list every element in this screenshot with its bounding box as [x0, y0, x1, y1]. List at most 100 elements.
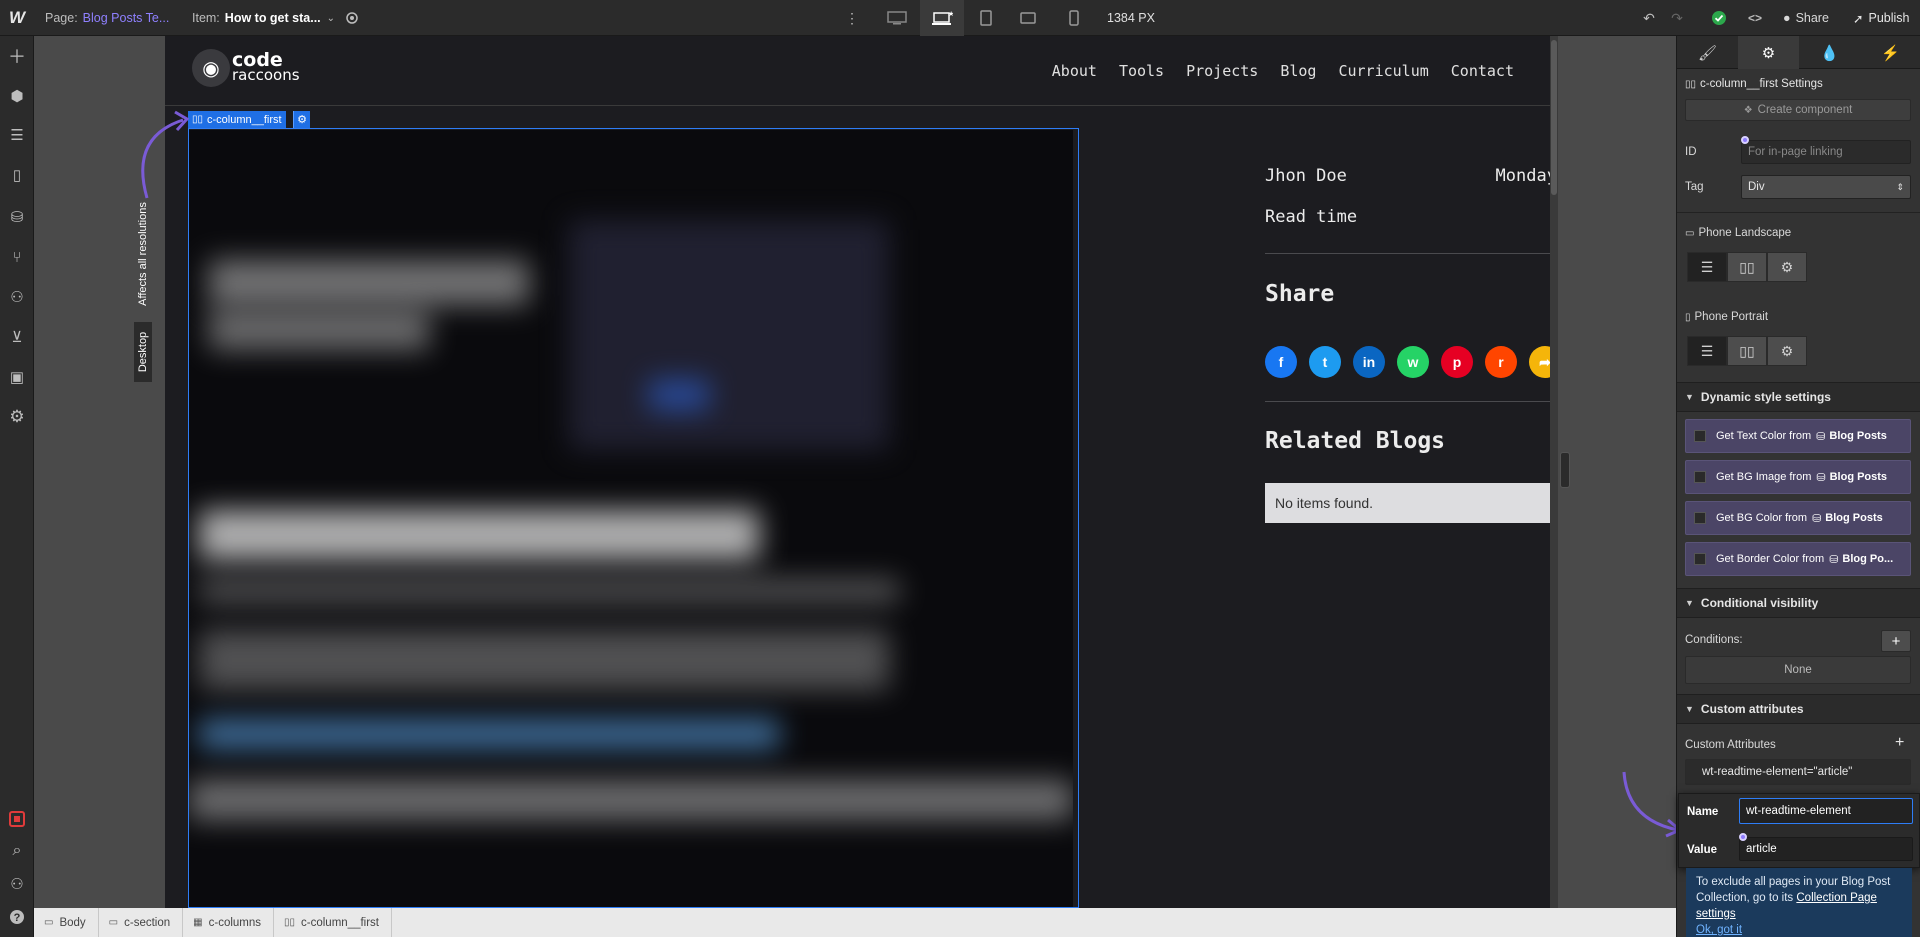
custom-layout-button[interactable]: ⚙: [1767, 252, 1807, 282]
code-icon[interactable]: <>: [1745, 0, 1765, 36]
settings-gear-icon[interactable]: ⚙: [0, 402, 34, 432]
twitter-icon[interactable]: t: [1309, 346, 1341, 378]
site-navbar: ◉ code raccoons About Tools Projects Blo…: [165, 36, 1550, 106]
tab-settings-gear-icon[interactable]: ⚙: [1738, 36, 1799, 69]
whatsapp-icon[interactable]: w: [1397, 346, 1429, 378]
breadcrumb-body[interactable]: ▭ Body: [34, 908, 99, 937]
ecommerce-cart-icon[interactable]: ⊻: [0, 322, 34, 352]
existing-attribute-row[interactable]: wt-readtime-element="article": [1685, 759, 1911, 785]
chevron-down-icon: ⌄: [326, 12, 336, 24]
tab-style-brush-icon[interactable]: 🖌: [1677, 36, 1738, 69]
selection-settings-gear-icon[interactable]: ⚙: [293, 111, 310, 128]
selection-label[interactable]: ▯▯ c-column__first: [188, 111, 286, 128]
section-dynamic-style[interactable]: ▼ Dynamic style settings: [1677, 382, 1920, 412]
nav-link-tools[interactable]: Tools: [1119, 62, 1164, 80]
help-icon[interactable]: ?: [0, 902, 34, 932]
value-label: Value: [1687, 844, 1718, 856]
assets-images-icon[interactable]: ▣: [0, 362, 34, 392]
share-button[interactable]: ● Share: [1783, 0, 1829, 36]
reddit-icon[interactable]: r: [1485, 346, 1517, 378]
cms-database-icon[interactable]: ⛁: [0, 202, 34, 232]
stack-layout-button[interactable]: ☰: [1687, 252, 1727, 282]
attribute-value-field[interactable]: article: [1739, 837, 1913, 861]
canvas-scrollbar-thumb[interactable]: [1551, 40, 1557, 195]
checkbox[interactable]: [1694, 553, 1706, 565]
publish-button[interactable]: ➚ Publish: [1853, 0, 1909, 36]
canvas-resize-handle[interactable]: [1560, 452, 1570, 488]
related-blogs-heading: Related Blogs: [1265, 428, 1446, 454]
custom-layout-button[interactable]: ⚙: [1767, 336, 1807, 366]
phone-landscape-icon: ▭: [1685, 228, 1695, 239]
site-nav-links: About Tools Projects Blog Curriculum Con…: [1030, 36, 1514, 106]
dynamic-bg-color-row[interactable]: Get BG Color from ⛁ Blog Posts: [1685, 501, 1911, 535]
collapse-triangle-icon: ▼: [1685, 598, 1694, 608]
nav-link-contact[interactable]: Contact: [1451, 62, 1514, 80]
checkbox[interactable]: [1694, 512, 1706, 524]
dynamic-border-color-row[interactable]: Get Border Color from ⛁ Blog Po...: [1685, 542, 1911, 576]
attribute-name-field[interactable]: wt-readtime-element: [1739, 798, 1913, 824]
database-icon: ⛁: [1816, 471, 1826, 484]
pinterest-icon[interactable]: p: [1441, 346, 1473, 378]
redo-icon[interactable]: ↷: [1668, 0, 1686, 36]
ok-got-it-link[interactable]: Ok, got it: [1696, 924, 1742, 936]
publish-date: Monday, May 8, 2023: [1495, 166, 1550, 186]
users-icon[interactable]: ⚇: [0, 282, 34, 312]
selection-outline: [188, 128, 1079, 908]
pages-icon[interactable]: ▯: [0, 160, 34, 190]
checkbox[interactable]: [1694, 430, 1706, 442]
add-attribute-plus-icon[interactable]: +: [1895, 734, 1904, 752]
nav-link-projects[interactable]: Projects: [1186, 62, 1258, 80]
conditions-value[interactable]: None: [1685, 656, 1911, 684]
columns-icon: ▯▯: [1685, 79, 1697, 90]
tab-style-manager-drops-icon[interactable]: 💧: [1799, 36, 1860, 69]
logic-flow-icon[interactable]: ⑂: [0, 242, 34, 272]
id-field[interactable]: For in-page linking: [1741, 140, 1911, 164]
breadcrumb-column-first[interactable]: ▯▯ c-column__first: [274, 908, 392, 937]
breakpoint-label: Desktop: [134, 322, 152, 382]
nav-link-curriculum[interactable]: Curriculum: [1338, 62, 1428, 80]
tag-select[interactable]: Div ⇕: [1741, 175, 1911, 199]
item-selector[interactable]: Item: How to get sta... ⌄: [192, 0, 335, 36]
columns-layout-button[interactable]: ▯▯: [1727, 252, 1767, 282]
tab-interactions-bolt-icon[interactable]: ⚡: [1860, 36, 1920, 69]
settings-title: ▯▯ c-column__first Settings: [1685, 78, 1823, 90]
columns-layout-button[interactable]: ▯▯: [1727, 336, 1767, 366]
site-logo[interactable]: ◉ code raccoons: [192, 49, 300, 87]
dynamic-bg-image-row[interactable]: Get BG Image from ⛁ Blog Posts: [1685, 460, 1911, 494]
section-conditional-visibility[interactable]: ▼ Conditional visibility: [1677, 588, 1920, 618]
linkedin-icon[interactable]: in: [1353, 346, 1385, 378]
breakpoint-phone-landscape-icon[interactable]: [1016, 0, 1040, 36]
search-icon[interactable]: ⌕: [0, 836, 34, 866]
phone-portrait-label: ▯ Phone Portrait: [1685, 311, 1769, 323]
status-check-icon[interactable]: [1709, 0, 1729, 36]
add-panel-icon[interactable]: ＋: [0, 41, 34, 71]
team-icon[interactable]: ⚇: [0, 869, 34, 899]
preview-eye-icon[interactable]: [342, 0, 362, 36]
annotation-dot: [1739, 833, 1747, 841]
nav-link-blog[interactable]: Blog: [1280, 62, 1316, 80]
symbols-cube-icon[interactable]: ⬢: [0, 81, 34, 111]
navigator-icon[interactable]: ☰: [0, 120, 34, 150]
section-custom-attributes[interactable]: ▼ Custom attributes: [1677, 694, 1920, 724]
checkbox[interactable]: [1694, 471, 1706, 483]
breakpoint-large-icon[interactable]: [883, 0, 911, 36]
more-options-icon[interactable]: ⋮: [845, 0, 859, 36]
record-icon[interactable]: [0, 804, 34, 834]
page-selector[interactable]: Page: Blog Posts Te...: [45, 0, 169, 36]
breadcrumb-section[interactable]: ▭ c-section: [99, 908, 184, 937]
page-icon: ▭: [44, 917, 54, 928]
nav-link-about[interactable]: About: [1052, 62, 1097, 80]
dynamic-text-color-row[interactable]: Get Text Color from ⛁ Blog Posts: [1685, 419, 1911, 453]
create-component-button[interactable]: ❖ Create component: [1685, 99, 1911, 121]
share-arrow-icon[interactable]: ➦: [1529, 346, 1550, 378]
stack-layout-button[interactable]: ☰: [1687, 336, 1727, 366]
webflow-logo[interactable]: W: [0, 0, 34, 36]
breadcrumb-columns[interactable]: ▦ c-columns: [183, 908, 275, 937]
add-condition-button[interactable]: +: [1881, 630, 1911, 652]
breakpoint-tablet-icon[interactable]: [974, 0, 998, 36]
share-heading: Share: [1265, 281, 1335, 307]
breakpoint-desktop-icon[interactable]: ★: [920, 0, 964, 36]
facebook-icon[interactable]: f: [1265, 346, 1297, 378]
undo-icon[interactable]: ↶: [1640, 0, 1658, 36]
breakpoint-phone-portrait-icon[interactable]: [1062, 0, 1086, 36]
